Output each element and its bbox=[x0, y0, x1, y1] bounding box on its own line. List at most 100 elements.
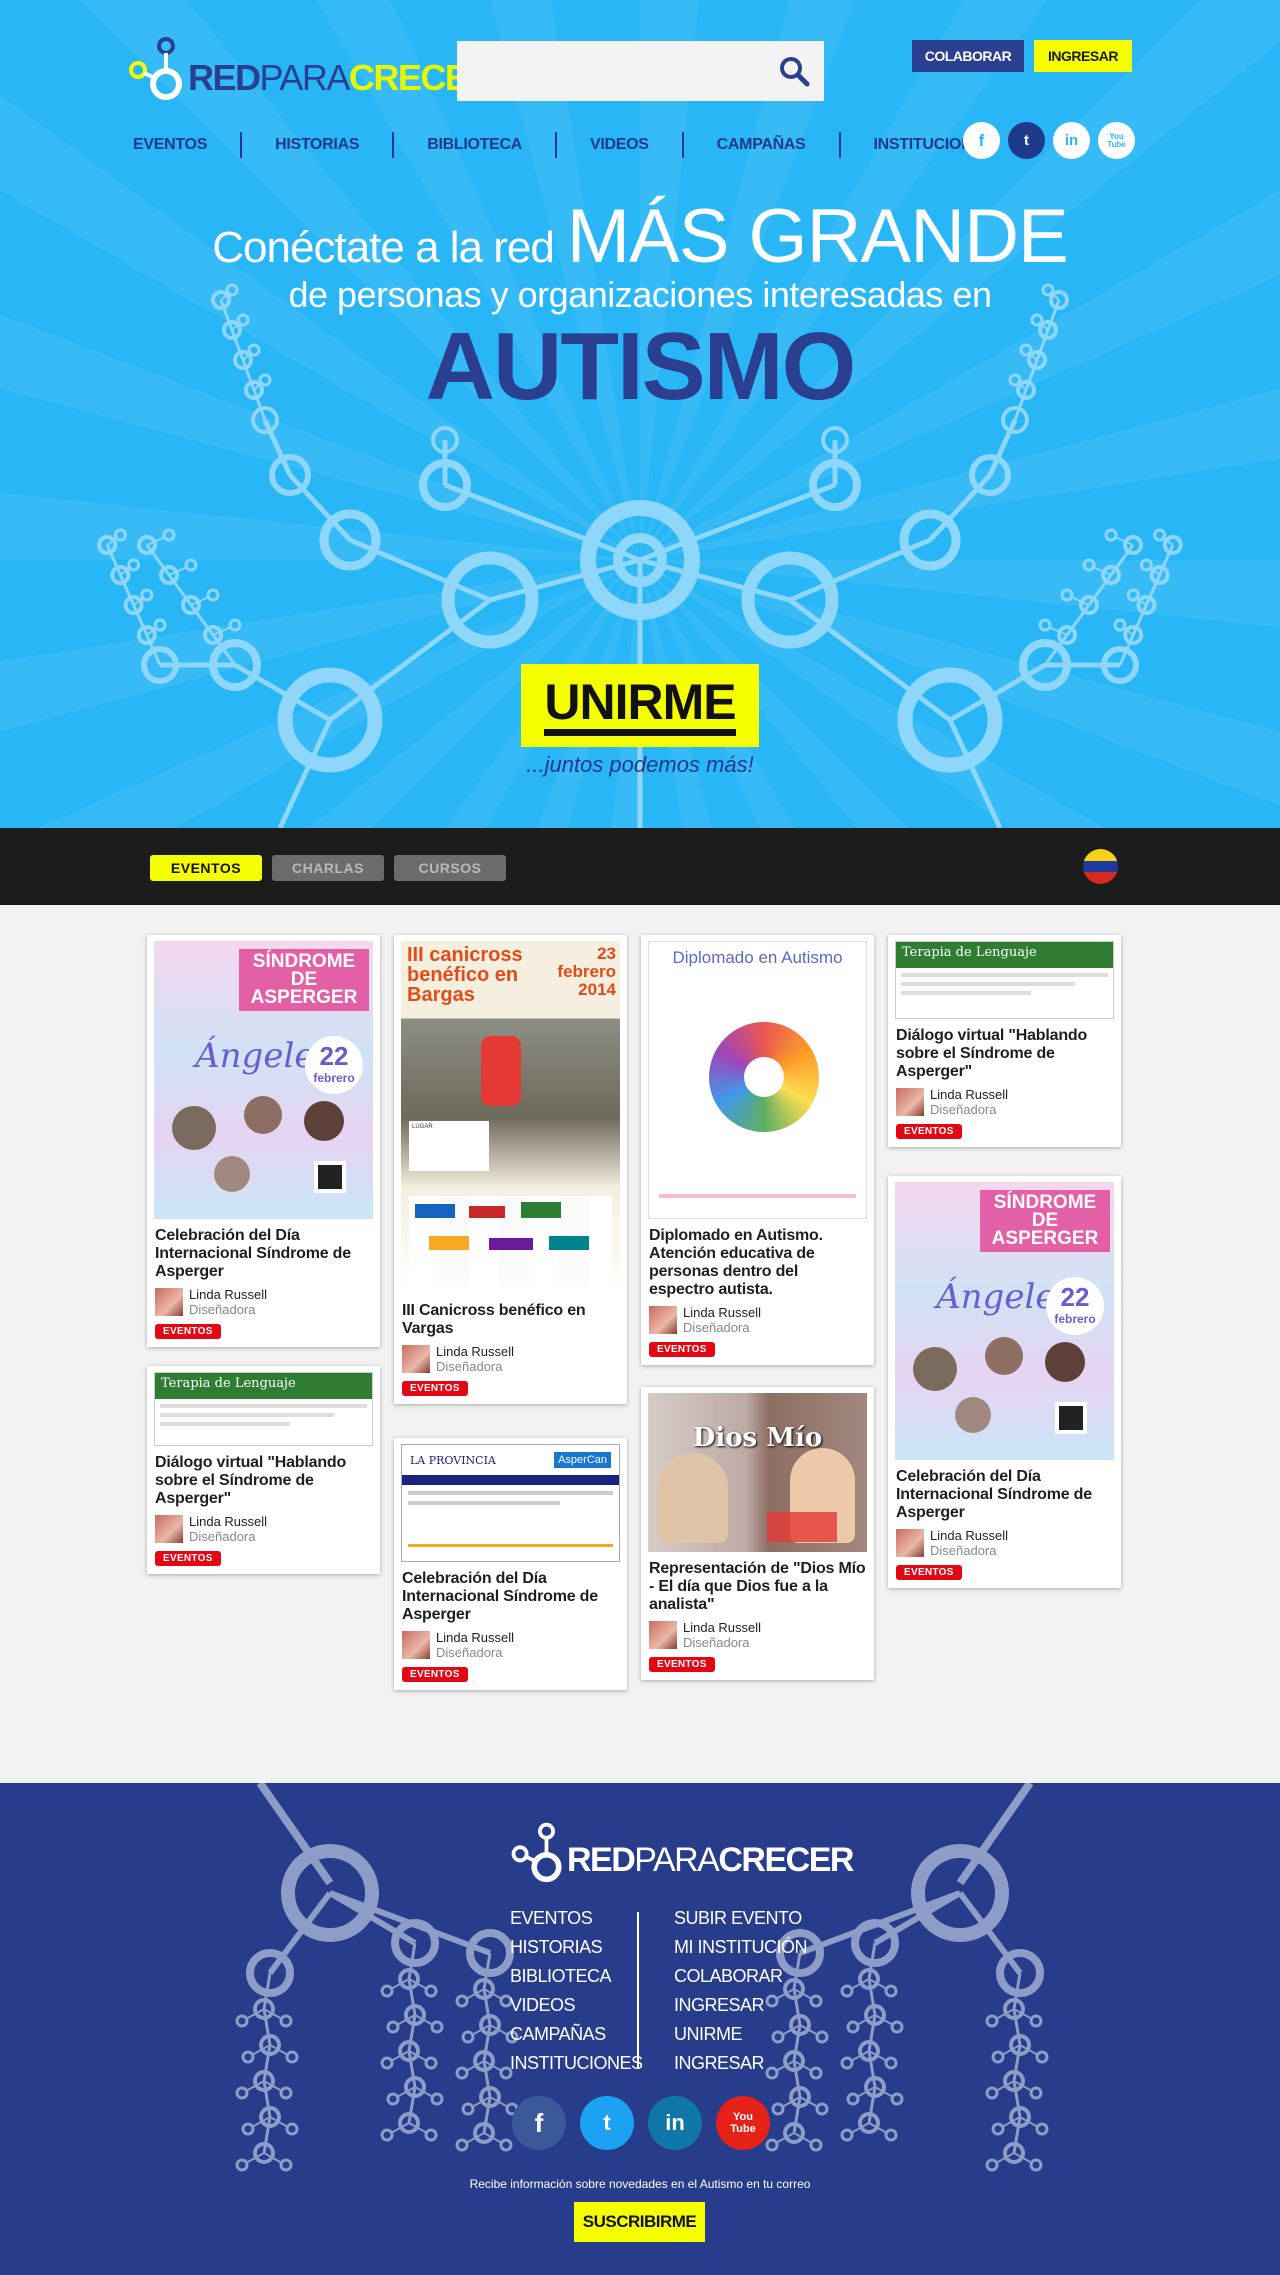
logo-text-para: PARA bbox=[634, 1841, 720, 1879]
event-card[interactable]: LA PROVINCIA AsperCan Celebración del Día… bbox=[394, 1438, 627, 1690]
linkedin-icon[interactable]: in bbox=[648, 2096, 702, 2150]
tab-cursos[interactable]: CURSOS bbox=[394, 855, 506, 881]
footer-link-historias[interactable]: HISTORIAS bbox=[510, 1933, 643, 1962]
thumb-date: 23 febrero 2014 bbox=[557, 944, 616, 999]
footer-link-videos[interactable]: VIDEOS bbox=[510, 1991, 643, 2020]
logo-text-red: RED bbox=[188, 57, 261, 98]
unirme-button[interactable]: UNIRME bbox=[521, 664, 759, 747]
event-thumbnail[interactable]: Terapia de Lenguaje bbox=[154, 1372, 373, 1446]
headline-autismo: AUTISMO bbox=[425, 313, 857, 420]
event-thumbnail[interactable]: LA PROVINCIA AsperCan bbox=[401, 1444, 620, 1562]
venezuela-flag-icon[interactable] bbox=[1083, 849, 1118, 884]
event-card[interactable]: Terapia de Lenguaje Diálogo virtual "Hab… bbox=[147, 1366, 380, 1574]
footer-link-biblioteca[interactable]: BIBLIOTECA bbox=[510, 1962, 643, 1991]
event-thumbnail[interactable]: Diplomado en Autismo bbox=[648, 941, 867, 1219]
event-card[interactable]: SÍNDROME DE ASPERGER Ángeles 22 febrero C… bbox=[147, 935, 380, 1347]
nav-item-videos[interactable]: VIDEOS bbox=[557, 132, 684, 158]
author-name: Linda Russell bbox=[189, 1514, 268, 1529]
footer-link-subir-evento[interactable]: SUBIR EVENTO bbox=[674, 1904, 807, 1933]
youtube-icon[interactable]: You Tube bbox=[716, 2096, 770, 2150]
event-card[interactable]: III canicross benéfico en Bargas 23 febr… bbox=[394, 935, 627, 1404]
footer-link-colaborar[interactable]: COLABORAR bbox=[674, 1962, 807, 1991]
footer-link-mi-institucion[interactable]: MI INSTITUCIÓN bbox=[674, 1933, 808, 1962]
footer-link-instituciones[interactable]: INSTITUCIONES bbox=[510, 2049, 643, 2078]
colaborar-button[interactable]: COLABORAR bbox=[912, 40, 1024, 72]
event-thumbnail[interactable]: Terapia de Lenguaje bbox=[895, 941, 1114, 1019]
thumb-header: III canicross benéfico en Bargas bbox=[407, 944, 523, 1006]
category-tag[interactable]: EVENTOS bbox=[896, 1124, 962, 1139]
category-tag[interactable]: EVENTOS bbox=[155, 1551, 221, 1566]
footer-link-ingresar[interactable]: INGRESAR bbox=[674, 1991, 807, 2020]
footer-nav-col2: SUBIR EVENTO MI INSTITUCIÓN COLABORAR IN… bbox=[674, 1904, 808, 2078]
facebook-glyph: f bbox=[978, 130, 985, 150]
linkedin-glyph: in bbox=[1064, 132, 1079, 149]
search-input[interactable] bbox=[457, 41, 757, 101]
twitter-glyph: t bbox=[1024, 132, 1029, 149]
social-links-footer: f t in You Tube bbox=[512, 2096, 770, 2150]
event-title[interactable]: Diálogo virtual "Hablando sobre el Síndr… bbox=[155, 1454, 372, 1508]
author-name: Linda Russell bbox=[930, 1528, 1009, 1543]
nav-item-historias[interactable]: HISTORIAS bbox=[242, 132, 395, 158]
author-role: Diseñadora bbox=[683, 1320, 750, 1335]
event-title[interactable]: Diplomado en Autismo. Atención educativa… bbox=[649, 1227, 866, 1299]
event-title[interactable]: Celebración del Día Internacional Síndro… bbox=[402, 1570, 619, 1624]
nav-item-eventos[interactable]: EVENTOS bbox=[100, 132, 243, 158]
event-title[interactable]: Celebración del Día Internacional Síndro… bbox=[896, 1468, 1113, 1522]
category-tag[interactable]: EVENTOS bbox=[896, 1565, 962, 1580]
thumb-date: 22 febrero bbox=[1046, 1277, 1104, 1335]
site-logo[interactable]: REDPARACRECER bbox=[122, 32, 493, 102]
tab-charlas[interactable]: CHARLAS bbox=[272, 855, 384, 881]
twitter-icon[interactable]: t bbox=[580, 2096, 634, 2150]
footer-logo[interactable]: REDPARACRECER bbox=[505, 1818, 854, 1884]
category-tag[interactable]: EVENTOS bbox=[155, 1324, 221, 1339]
event-title[interactable]: Diálogo virtual "Hablando sobre el Síndr… bbox=[896, 1027, 1113, 1081]
author-name: Linda Russell bbox=[189, 1287, 268, 1302]
event-author: Linda Russell Diseñadora bbox=[402, 1630, 620, 1660]
event-thumbnail[interactable]: III canicross benéfico en Bargas 23 febr… bbox=[401, 941, 620, 1294]
category-tag[interactable]: EVENTOS bbox=[649, 1342, 715, 1357]
event-title[interactable]: Representación de "Dios Mío - El día que… bbox=[649, 1560, 866, 1614]
author-role: Diseñadora bbox=[189, 1529, 256, 1544]
event-thumbnail[interactable]: SÍNDROME DE ASPERGER Ángeles 22 febrero bbox=[895, 1182, 1114, 1460]
event-title[interactable]: III Canicross benéfico en Vargas bbox=[402, 1302, 619, 1338]
footer-link-eventos[interactable]: EVENTOS bbox=[510, 1904, 643, 1933]
thumb-header: Terapia de Lenguaje bbox=[896, 942, 1113, 968]
tab-eventos[interactable]: EVENTOS bbox=[150, 855, 262, 881]
footer-link-unirme[interactable]: UNIRME bbox=[674, 2020, 807, 2049]
youtube-glyph: You Tube bbox=[1107, 131, 1126, 149]
nav-item-campanas[interactable]: CAMPAÑAS bbox=[684, 132, 841, 158]
category-tag[interactable]: EVENTOS bbox=[649, 1657, 715, 1672]
facebook-icon[interactable]: f bbox=[963, 122, 1000, 159]
facebook-icon[interactable]: f bbox=[512, 2096, 566, 2150]
youtube-icon[interactable]: You Tube bbox=[1098, 122, 1135, 159]
category-tag[interactable]: EVENTOS bbox=[402, 1381, 468, 1396]
linkedin-icon[interactable]: in bbox=[1053, 122, 1090, 159]
logo-text-red: RED bbox=[567, 1841, 636, 1879]
event-card[interactable]: Terapia de Lenguaje Diálogo virtual "Hab… bbox=[888, 935, 1121, 1147]
logo-mark-icon bbox=[511, 1822, 562, 1883]
footer-link-campanas[interactable]: CAMPAÑAS bbox=[510, 2020, 643, 2049]
avatar bbox=[402, 1345, 430, 1373]
author-name: Linda Russell bbox=[683, 1305, 762, 1320]
author-name: Linda Russell bbox=[436, 1630, 515, 1645]
footer-link-ingresar-2[interactable]: INGRESAR bbox=[674, 2049, 807, 2078]
ingresar-button[interactable]: INGRESAR bbox=[1034, 40, 1132, 72]
thumb-header: LA PROVINCIA AsperCan bbox=[402, 1445, 619, 1475]
author-role: Diseñadora bbox=[436, 1359, 503, 1374]
event-title[interactable]: Celebración del Día Internacional Síndro… bbox=[155, 1227, 372, 1281]
search-icon[interactable] bbox=[778, 55, 810, 87]
hero-headline: Conéctate a la red MÁS GRANDE de persona… bbox=[0, 199, 1280, 420]
event-card[interactable]: Diplomado en Autismo Diplomado en Autism… bbox=[641, 935, 874, 1365]
subscribe-button[interactable]: SUSCRIBIRME bbox=[574, 2202, 705, 2242]
nav-item-biblioteca[interactable]: BIBLIOTECA bbox=[394, 132, 557, 158]
twitter-icon[interactable]: t bbox=[1008, 122, 1045, 159]
logo-mark-icon bbox=[129, 37, 182, 100]
hero-tagline: ...juntos podemos más! bbox=[526, 752, 754, 777]
event-card[interactable]: Dios Mío Representación de "Dios Mío - E… bbox=[641, 1387, 874, 1680]
event-card[interactable]: SÍNDROME DE ASPERGER Ángeles 22 febrero C… bbox=[888, 1176, 1121, 1588]
event-thumbnail[interactable]: SÍNDROME DE ASPERGER Ángeles 22 febrero bbox=[154, 941, 373, 1219]
event-author: Linda Russell Diseñadora bbox=[155, 1514, 373, 1544]
event-thumbnail[interactable]: Dios Mío bbox=[648, 1393, 867, 1552]
category-tag[interactable]: EVENTOS bbox=[402, 1667, 468, 1682]
author-name: Linda Russell bbox=[683, 1620, 762, 1635]
